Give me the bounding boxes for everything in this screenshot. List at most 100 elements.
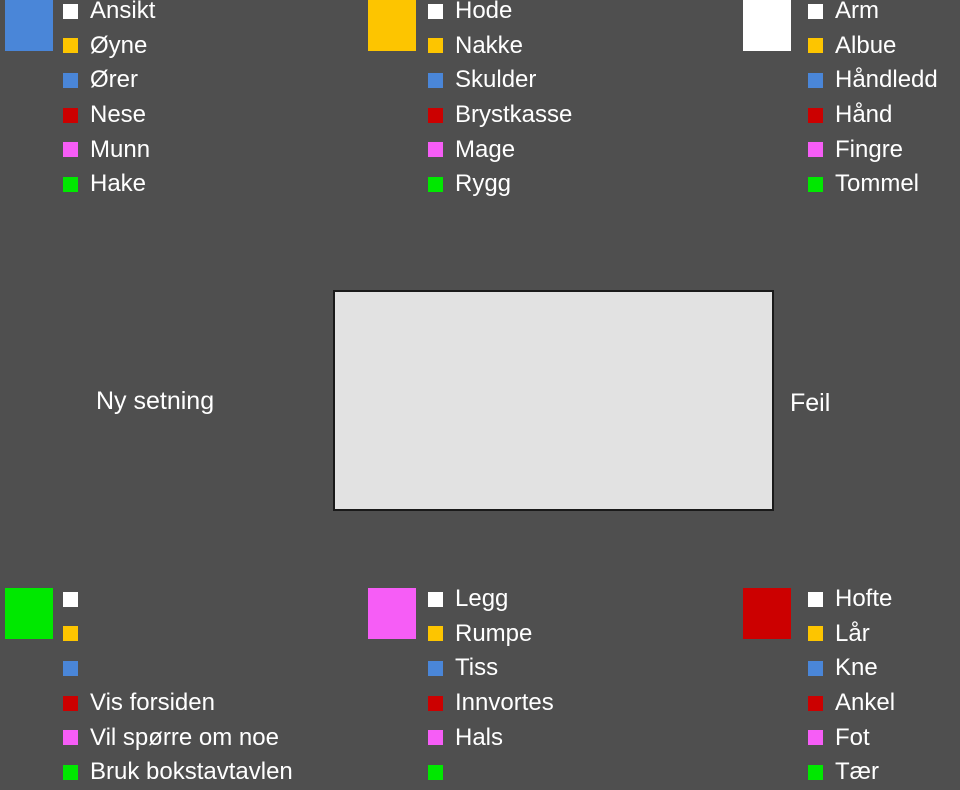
group-header-swatch-lower[interactable]	[368, 588, 416, 639]
legend-item-label: Fot	[835, 723, 870, 751]
legend-item-label: Håndledd	[835, 66, 938, 94]
group-header-swatch-arm[interactable]	[743, 0, 791, 51]
legend-item-label: Øyne	[90, 31, 148, 59]
legend-item-label: Tommel	[835, 170, 920, 198]
legend-item-leg-1[interactable]: Lår	[808, 617, 895, 652]
legend-swatch-icon	[63, 72, 78, 88]
legend-swatch-icon	[63, 764, 78, 780]
legend-item-arm-4[interactable]: Fingre	[808, 132, 938, 167]
legend-swatch-icon	[63, 38, 78, 54]
legend-list-torso: Hode Nakke Skulder Brystkasse Mage Rygg	[428, 0, 572, 202]
legend-item-label: Hånd	[835, 101, 893, 129]
legend-item-leg-4[interactable]: Fot	[808, 720, 895, 755]
legend-item-label: Vil spørre om noe	[90, 723, 279, 751]
legend-item-arm-5[interactable]: Tommel	[808, 167, 938, 202]
legend-swatch-icon	[428, 660, 443, 676]
legend-swatch-icon	[808, 142, 823, 158]
legend-item-leg-5[interactable]: Tær	[808, 755, 895, 790]
error-button[interactable]: Feil	[790, 388, 950, 418]
legend-swatch-icon	[63, 107, 78, 123]
legend-list-misc: Vis forsiden Vil spørre om noe Bruk boksta…	[63, 582, 293, 790]
legend-swatch-icon	[808, 107, 823, 123]
legend-swatch-icon	[808, 660, 823, 676]
legend-item-lower-2[interactable]: Tiss	[428, 651, 554, 686]
legend-item-misc-1[interactable]	[63, 617, 293, 652]
legend-item-label: Fingre	[835, 135, 904, 163]
legend-swatch-icon	[808, 626, 823, 642]
legend-item-label: Vis forsiden	[90, 689, 215, 717]
legend-item-label: Ører	[90, 66, 138, 94]
legend-swatch-icon	[63, 176, 78, 192]
legend-item-arm-1[interactable]: Albue	[808, 29, 938, 64]
legend-swatch-icon	[63, 660, 78, 676]
legend-item-label: Nese	[90, 101, 147, 129]
legend-item-label: Rygg	[455, 170, 512, 198]
legend-swatch-icon	[428, 107, 443, 123]
legend-item-label: Skulder	[455, 66, 537, 94]
new-sentence-button[interactable]: Ny setning	[96, 386, 316, 416]
legend-swatch-icon	[428, 591, 443, 607]
legend-swatch-icon	[428, 72, 443, 88]
group-header-swatch-torso[interactable]	[368, 0, 416, 51]
legend-item-lower-0[interactable]: Legg	[428, 582, 554, 617]
legend-item-misc-0[interactable]	[63, 582, 293, 617]
legend-list-leg: Hofte Lår Kne Ankel Fot Tær	[808, 582, 895, 790]
legend-swatch-icon	[428, 38, 443, 54]
legend-swatch-icon	[428, 626, 443, 642]
legend-list-face: Ansikt Øyne Ører Nese Munn Hake	[63, 0, 155, 202]
legend-item-face-0[interactable]: Ansikt	[63, 0, 155, 29]
legend-item-arm-3[interactable]: Hånd	[808, 98, 938, 133]
legend-item-label: Bruk bokstavtavlen	[90, 758, 293, 786]
legend-swatch-icon	[808, 591, 823, 607]
legend-item-torso-0[interactable]: Hode	[428, 0, 572, 29]
legend-item-label: Mage	[455, 135, 516, 163]
legend-item-face-3[interactable]: Nese	[63, 98, 155, 133]
legend-swatch-icon	[63, 695, 78, 711]
legend-swatch-icon	[428, 3, 443, 19]
group-header-swatch-misc[interactable]	[5, 588, 53, 639]
legend-item-label: Brystkasse	[455, 101, 573, 129]
legend-swatch-icon	[63, 626, 78, 642]
legend-item-arm-2[interactable]: Håndledd	[808, 63, 938, 98]
legend-item-label: Tiss	[455, 654, 499, 682]
legend-item-face-5[interactable]: Hake	[63, 167, 155, 202]
legend-item-leg-2[interactable]: Kne	[808, 651, 895, 686]
legend-item-leg-0[interactable]: Hofte	[808, 582, 895, 617]
legend-item-torso-3[interactable]: Brystkasse	[428, 98, 572, 133]
legend-item-face-2[interactable]: Ører	[63, 63, 155, 98]
legend-item-leg-3[interactable]: Ankel	[808, 686, 895, 721]
legend-item-lower-5[interactable]	[428, 755, 554, 790]
legend-item-face-4[interactable]: Munn	[63, 132, 155, 167]
group-header-swatch-face[interactable]	[5, 0, 53, 51]
legend-item-misc-5[interactable]: Bruk bokstavtavlen	[63, 755, 293, 790]
legend-item-label: Lår	[835, 619, 870, 647]
legend-swatch-icon	[428, 142, 443, 158]
legend-item-face-1[interactable]: Øyne	[63, 29, 155, 64]
legend-swatch-icon	[63, 591, 78, 607]
legend-item-misc-2[interactable]	[63, 651, 293, 686]
legend-item-torso-5[interactable]: Rygg	[428, 167, 572, 202]
legend-item-arm-0[interactable]: Arm	[808, 0, 938, 29]
legend-item-label: Ansikt	[90, 0, 156, 25]
legend-swatch-icon	[63, 730, 78, 746]
legend-item-label: Hode	[455, 0, 513, 25]
legend-item-lower-1[interactable]: Rumpe	[428, 617, 554, 652]
legend-item-lower-3[interactable]: Innvortes	[428, 686, 554, 721]
legend-item-misc-3[interactable]: Vis forsiden	[63, 686, 293, 721]
legend-item-label: Arm	[835, 0, 879, 25]
legend-swatch-icon	[808, 3, 823, 19]
legend-item-lower-4[interactable]: Hals	[428, 720, 554, 755]
legend-swatch-icon	[63, 3, 78, 19]
legend-item-torso-4[interactable]: Mage	[428, 132, 572, 167]
legend-list-arm: Arm Albue Håndledd Hånd Fingre Tommel	[808, 0, 938, 202]
legend-swatch-icon	[808, 730, 823, 746]
sentence-textbox[interactable]	[333, 290, 774, 511]
legend-swatch-icon	[808, 176, 823, 192]
legend-swatch-icon	[808, 38, 823, 54]
legend-item-label: Albue	[835, 31, 897, 59]
legend-item-misc-4[interactable]: Vil spørre om noe	[63, 720, 293, 755]
group-header-swatch-leg[interactable]	[743, 588, 791, 639]
legend-item-label: Nakke	[455, 31, 524, 59]
legend-item-torso-1[interactable]: Nakke	[428, 29, 572, 64]
legend-item-torso-2[interactable]: Skulder	[428, 63, 572, 98]
